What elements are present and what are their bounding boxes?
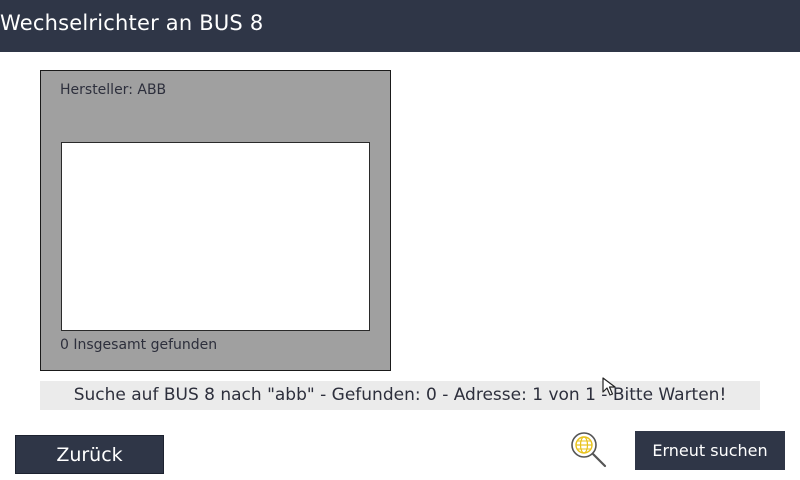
mouse-pointer-icon	[602, 377, 620, 397]
retry-search-button[interactable]: Erneut suchen	[635, 431, 785, 470]
back-button[interactable]: Zurück	[15, 435, 164, 474]
globe-magnifier-icon[interactable]	[569, 430, 609, 470]
inverter-panel: Hersteller: ABB 0 Insgesamt gefunden	[40, 70, 391, 371]
found-count-label: 0 Insgesamt gefunden	[60, 337, 218, 353]
page-title: Wechselrichter an BUS 8	[0, 11, 264, 35]
header-bar: Wechselrichter an BUS 8	[0, 0, 800, 52]
inverter-result-list[interactable]	[61, 142, 370, 331]
manufacturer-label: Hersteller: ABB	[60, 82, 167, 98]
search-status-bar: Suche auf BUS 8 nach "abb" - Gefunden: 0…	[40, 381, 760, 410]
